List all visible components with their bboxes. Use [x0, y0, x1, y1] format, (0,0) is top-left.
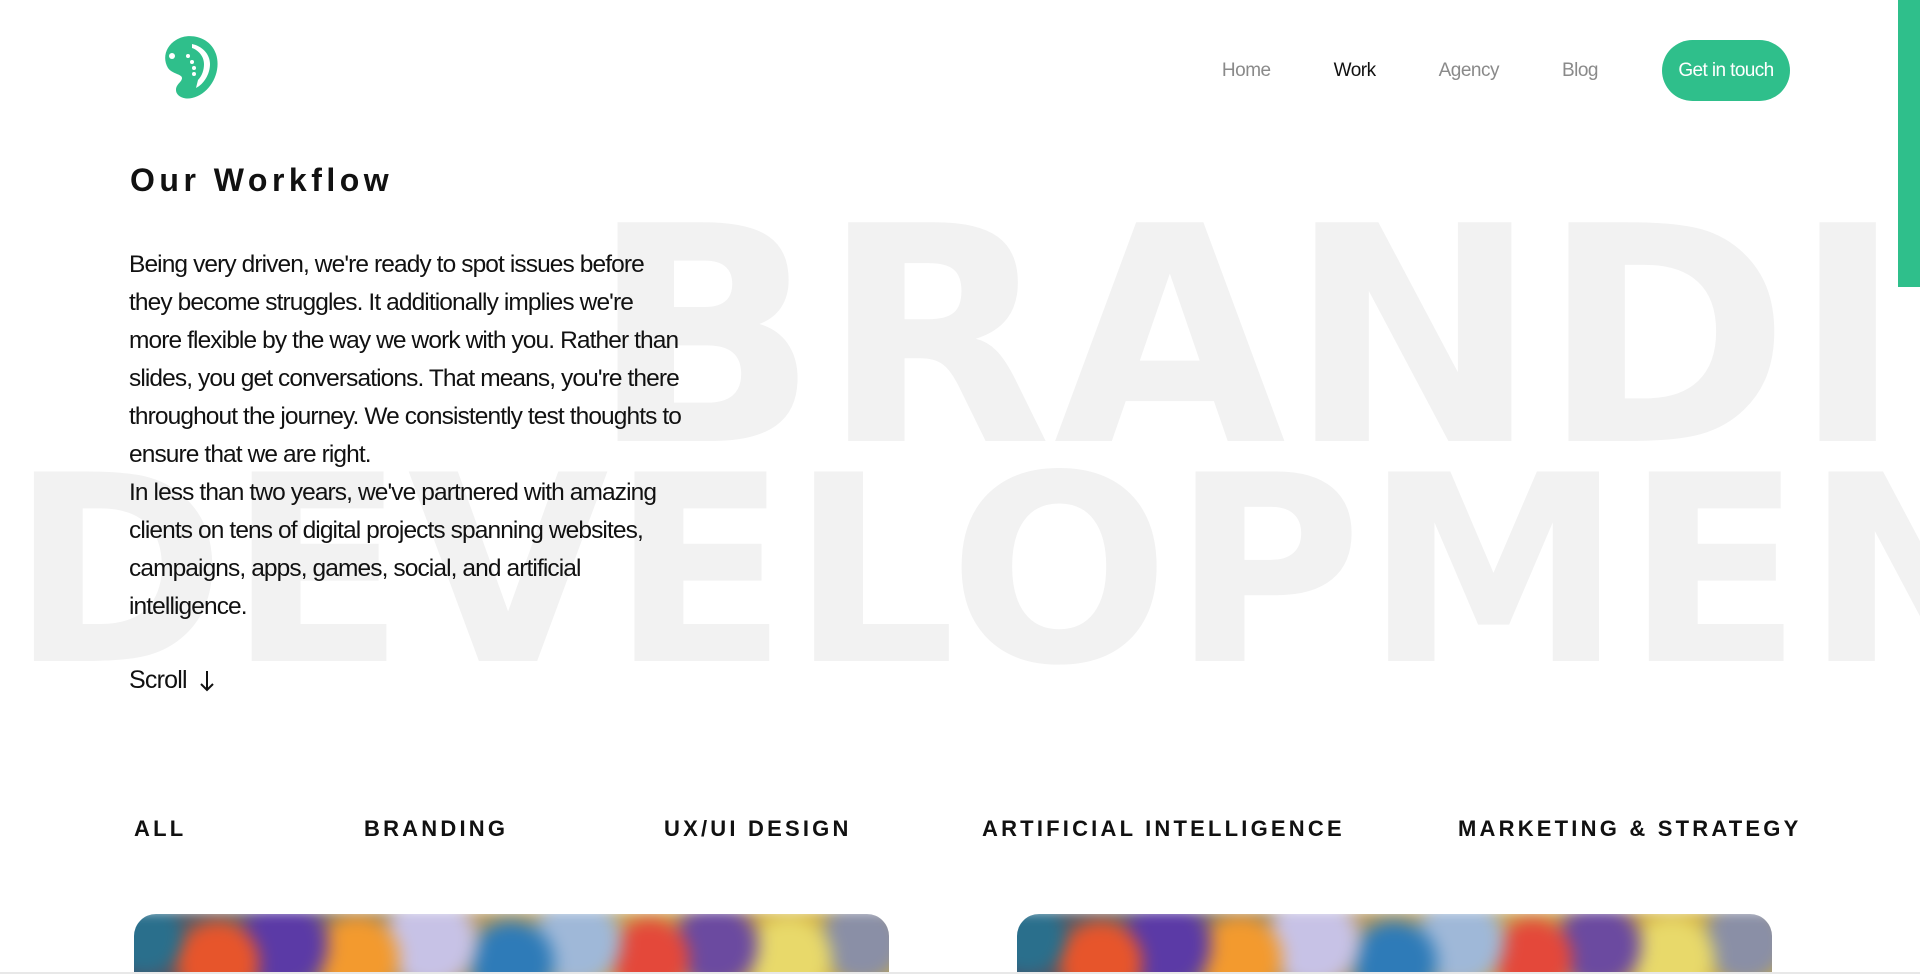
nav-home[interactable]: Home: [1222, 60, 1271, 82]
filter-marketing-strategy[interactable]: MARKETING & STRATEGY: [1458, 816, 1801, 842]
arrow-down-icon: [200, 670, 214, 691]
nav-work[interactable]: Work: [1334, 60, 1376, 82]
category-filters: ALL BRANDING UX/UI DESIGN ARTIFICIAL INT…: [0, 816, 1920, 846]
intro-paragraph: Being very driven, we're ready to spot i…: [129, 246, 689, 626]
intro-paragraph-2: In less than two years, we've partnered …: [129, 479, 657, 620]
filter-artificial-intelligence[interactable]: ARTIFICIAL INTELLIGENCE: [982, 816, 1345, 842]
filter-all[interactable]: ALL: [134, 816, 186, 842]
main-nav: Home Work Agency Blog Get in touch: [1159, 40, 1790, 101]
scroll-button[interactable]: Scroll: [129, 666, 215, 695]
filter-ux-ui-design[interactable]: UX/UI DESIGN: [664, 816, 852, 842]
guitar-head-logo-icon: [165, 36, 218, 99]
project-card[interactable]: [134, 914, 889, 974]
logo[interactable]: [158, 34, 222, 100]
project-thumbnail: [134, 914, 889, 974]
filter-branding[interactable]: BRANDING: [364, 816, 508, 842]
page: BRANDIN DEVELOPMENT Home Work Agency Blo…: [0, 0, 1920, 974]
page-title: Our Workflow: [130, 162, 394, 198]
intro-paragraph-1: Being very driven, we're ready to spot i…: [129, 251, 682, 468]
nav-blog[interactable]: Blog: [1562, 60, 1599, 82]
project-card[interactable]: [1017, 914, 1772, 974]
get-in-touch-button[interactable]: Get in touch: [1662, 40, 1790, 101]
scroll-label: Scroll: [129, 666, 188, 694]
scrollbar[interactable]: [1898, 0, 1920, 287]
nav-agency[interactable]: Agency: [1439, 60, 1500, 82]
project-thumbnail: [1017, 914, 1772, 974]
